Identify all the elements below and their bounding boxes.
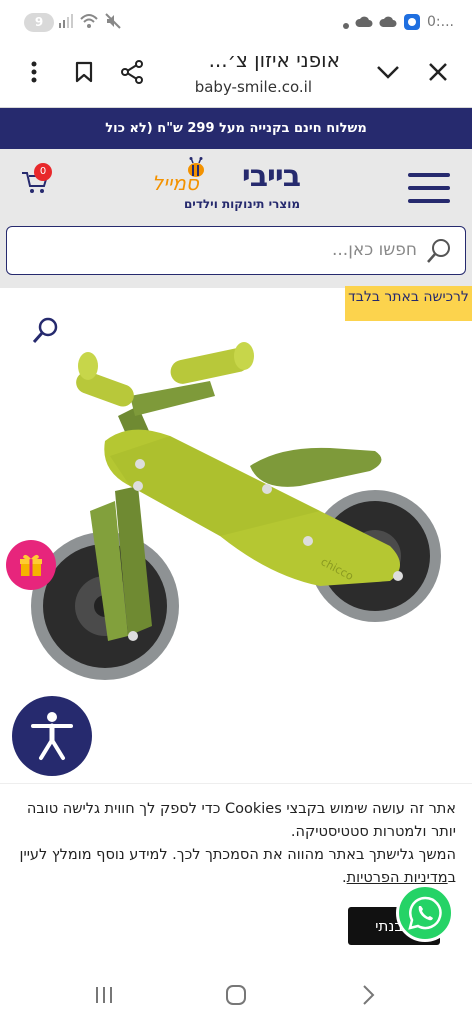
search-placeholder: חפשו כאן... bbox=[332, 240, 417, 260]
product-gallery: chicco bbox=[0, 286, 472, 783]
free-shipping-banner[interactable]: משלוח חינם בקנייה מעל 299 ש"ח (לא כול bbox=[0, 108, 472, 149]
menu-dots-icon[interactable] bbox=[20, 58, 48, 86]
chevron-down-icon[interactable] bbox=[374, 58, 402, 86]
accessibility-icon[interactable] bbox=[12, 696, 92, 776]
notification-dot-icon bbox=[343, 22, 350, 29]
whatsapp-icon[interactable] bbox=[396, 884, 454, 942]
back-icon[interactable] bbox=[356, 983, 380, 1007]
logo-wordmark: בייבי bbox=[241, 159, 301, 194]
status-left-icons bbox=[58, 12, 122, 30]
recents-icon[interactable] bbox=[92, 983, 116, 1007]
clock: 0:... bbox=[427, 14, 454, 30]
status-bar: 9 0:... bbox=[0, 0, 472, 44]
home-icon[interactable] bbox=[224, 983, 248, 1007]
cookie-line-1: אתר זה עושה שימוש בקבצי Cookies כדי לספק… bbox=[26, 801, 456, 840]
system-navigation-bar bbox=[0, 963, 472, 1024]
privacy-policy-link[interactable]: מדיניות הפרטיות bbox=[347, 870, 448, 886]
cookie-consent-banner: אתר זה עושה שימוש בקבצי Cookies כדי לספק… bbox=[0, 783, 472, 963]
gift-icon[interactable] bbox=[6, 540, 56, 590]
notification-badge: 9 bbox=[24, 13, 54, 32]
hamburger-menu-icon[interactable] bbox=[408, 173, 450, 203]
browser-toolbar: אופני איזון צ׳... baby-smile.co.il bbox=[0, 44, 472, 108]
cart-count-badge: 0 bbox=[34, 163, 52, 181]
page-url[interactable]: baby-smile.co.il bbox=[112, 78, 312, 96]
cart-button[interactable]: 0 bbox=[20, 163, 54, 201]
site-logo[interactable]: בייבי סמייל מוצרי תינוקות וילדים bbox=[150, 157, 301, 219]
product-image[interactable]: chicco bbox=[20, 336, 460, 706]
site-header: 0 בייבי סמייל מוצרי תינוקות וילדים bbox=[0, 149, 472, 225]
wifi-icon bbox=[80, 14, 98, 28]
mute-icon bbox=[105, 13, 121, 29]
signal-icon bbox=[59, 14, 73, 28]
logo-accent-word: סמייל bbox=[152, 171, 199, 195]
logo-tagline: מוצרי תינוקות וילדים bbox=[183, 197, 300, 211]
bookmark-icon[interactable] bbox=[70, 58, 98, 86]
status-right-icons: 0:... bbox=[343, 12, 454, 32]
app-notification-icon bbox=[404, 14, 421, 30]
cloud-icon bbox=[379, 16, 397, 27]
cloud-alert-icon bbox=[355, 16, 373, 27]
online-only-ribbon-text: לרכישה באתר בלבד bbox=[348, 289, 469, 305]
page-title: אופני איזון צ׳... bbox=[208, 48, 340, 72]
close-icon[interactable] bbox=[424, 58, 452, 86]
search-icon[interactable] bbox=[425, 237, 453, 265]
search-section: חפשו כאן... bbox=[0, 225, 472, 288]
search-input[interactable]: חפשו כאן... bbox=[6, 226, 466, 275]
cookie-message: אתר זה עושה שימוש בקבצי Cookies כדי לספק… bbox=[16, 798, 457, 890]
